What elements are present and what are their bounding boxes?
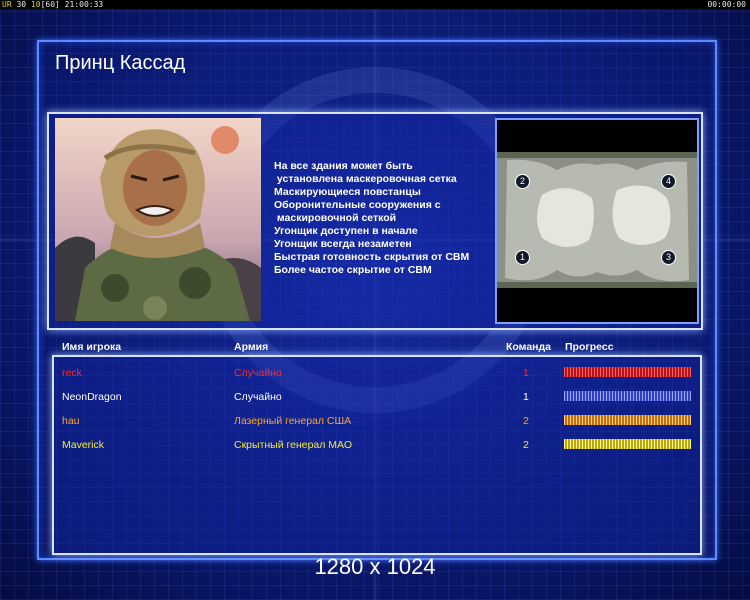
resolution-label: 1280 x 1024 [314, 554, 436, 579]
player-team: 1 [523, 367, 529, 379]
status-timer: 00:00:00 [707, 0, 746, 9]
general-portrait [55, 118, 261, 321]
status-clock: 21:00:33 [64, 0, 104, 9]
description-line: Более частое скрытие от СВМ [274, 264, 432, 276]
description-line: Маскирующиеся повстанцы [274, 186, 421, 198]
player-list-panel [52, 355, 702, 555]
player-name: hau [62, 415, 80, 427]
status-bar: UR 30 10[60] 21:00:33 00:00:00 [0, 0, 750, 9]
status-value-b: 10 [30, 0, 41, 9]
description-line: Угонщик доступен в начале [274, 225, 418, 237]
player-army: Случайно [234, 391, 282, 403]
progress-bar [564, 415, 691, 425]
player-army: Лазерный генерал США [234, 415, 352, 427]
progress-bar [564, 439, 691, 449]
description-line: Оборонительные сооружения с [274, 199, 441, 211]
description-line: Быстрая готовность скрытия от СВМ [274, 251, 470, 263]
status-value-a: 30 [16, 0, 27, 9]
player-team: 2 [523, 415, 529, 427]
start-position-marker: 2 [515, 174, 530, 189]
description-line: На все здания может быть [274, 160, 413, 172]
progress-bar [564, 391, 691, 401]
player-team: 2 [523, 439, 529, 451]
page-title: Принц Кассад [55, 52, 186, 74]
progress-bar [564, 367, 691, 377]
status-value-c: [60] [40, 0, 60, 9]
player-name: NeonDragon [62, 391, 122, 403]
header-progress: Прогресс [565, 341, 614, 353]
general-description: На все здания может быть установлена мас… [274, 160, 489, 277]
header-team: Команда [506, 341, 551, 353]
player-name: Maverick [62, 439, 105, 451]
description-line: маскировочной сеткой [274, 212, 397, 224]
player-name: reck [62, 367, 82, 379]
player-army: Скрытный генерал МАО [234, 439, 352, 451]
player-team: 1 [523, 391, 529, 403]
start-position-marker: 3 [661, 250, 676, 265]
header-army: Армия [234, 341, 269, 353]
player-army: Случайно [234, 367, 282, 379]
description-line: установлена маскеровочная сетка [274, 173, 457, 185]
status-prefix: UR [2, 0, 12, 9]
start-position-marker: 1 [515, 250, 530, 265]
description-line: Угонщик всегда незаметен [274, 238, 412, 250]
header-player: Имя игрока [62, 341, 122, 353]
start-position-marker: 4 [661, 174, 676, 189]
minimap: 2 4 1 3 [495, 118, 699, 324]
